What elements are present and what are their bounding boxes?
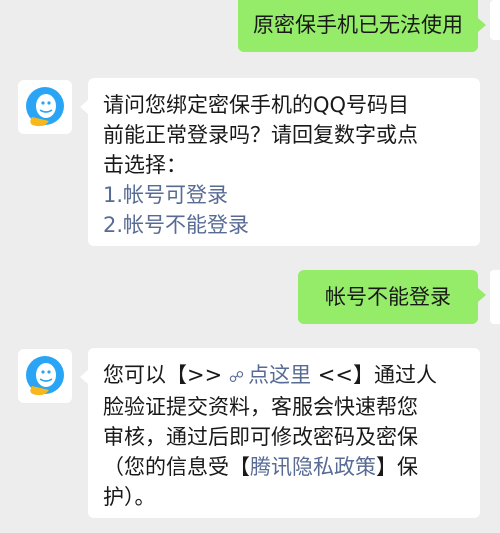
message-text-line: 前能正常登录吗？请回复数字或点 bbox=[103, 123, 418, 147]
qq-support-avatar-icon bbox=[26, 356, 64, 396]
message-text-line: 护）。 bbox=[103, 485, 156, 509]
sent-message-bubble[interactable]: 帐号不能登录 bbox=[298, 270, 486, 324]
sent-message-bubble[interactable]: 原密保手机已无法使用 bbox=[238, 0, 486, 52]
click-here-label: 点这里 bbox=[248, 363, 312, 387]
message-text-line: （您的信息受【腾讯隐私政策】保 bbox=[103, 452, 465, 482]
user-avatar[interactable] bbox=[490, 0, 500, 40]
option-account-can-login-link[interactable]: 1.帐号可登录 bbox=[103, 180, 465, 210]
message-text: 原密保手机已无法使用 bbox=[253, 13, 463, 37]
message-text-line: 请问您绑定密保手机的QQ号码目 bbox=[103, 93, 410, 117]
qq-support-avatar[interactable] bbox=[18, 80, 72, 134]
text-segment: 】保 bbox=[376, 455, 418, 479]
text-segment: 您可以【>> bbox=[103, 363, 223, 387]
received-message-bubble[interactable]: 您可以【>> ☍ 点这里 <<】通过人 脸验证提交资料，客服会快速帮您 审核，通过… bbox=[80, 348, 480, 518]
qq-support-avatar[interactable] bbox=[18, 349, 72, 403]
received-message-bubble[interactable]: 请问您绑定密保手机的QQ号码目 前能正常登录吗？请回复数字或点 击选择： 1.帐… bbox=[80, 78, 480, 246]
text-segment: （您的信息受【 bbox=[103, 455, 250, 479]
link-icon: ☍ bbox=[228, 368, 245, 386]
option-account-cannot-login-link[interactable]: 2.帐号不能登录 bbox=[103, 210, 465, 240]
message-text-line: 您可以【>> ☍ 点这里 <<】通过人 bbox=[103, 360, 465, 392]
qq-support-avatar-icon bbox=[26, 87, 64, 127]
message-text-line: 审核，通过后即可修改密码及密保 bbox=[103, 425, 418, 449]
tencent-privacy-policy-link[interactable]: 腾讯隐私政策 bbox=[250, 455, 376, 479]
text-segment: <<】通过人 bbox=[317, 363, 437, 387]
click-here-link[interactable]: ☍ 点这里 bbox=[229, 363, 311, 387]
message-text-line: 脸验证提交资料，客服会快速帮您 bbox=[103, 395, 418, 419]
message-text: 帐号不能登录 bbox=[325, 285, 451, 309]
message-text-line: 击选择： bbox=[103, 153, 187, 177]
user-avatar[interactable] bbox=[490, 270, 500, 324]
chat-window: 原密保手机已无法使用 请问您绑定密保手机的QQ号码目 前能正常登录吗？请回复数字… bbox=[0, 0, 500, 533]
